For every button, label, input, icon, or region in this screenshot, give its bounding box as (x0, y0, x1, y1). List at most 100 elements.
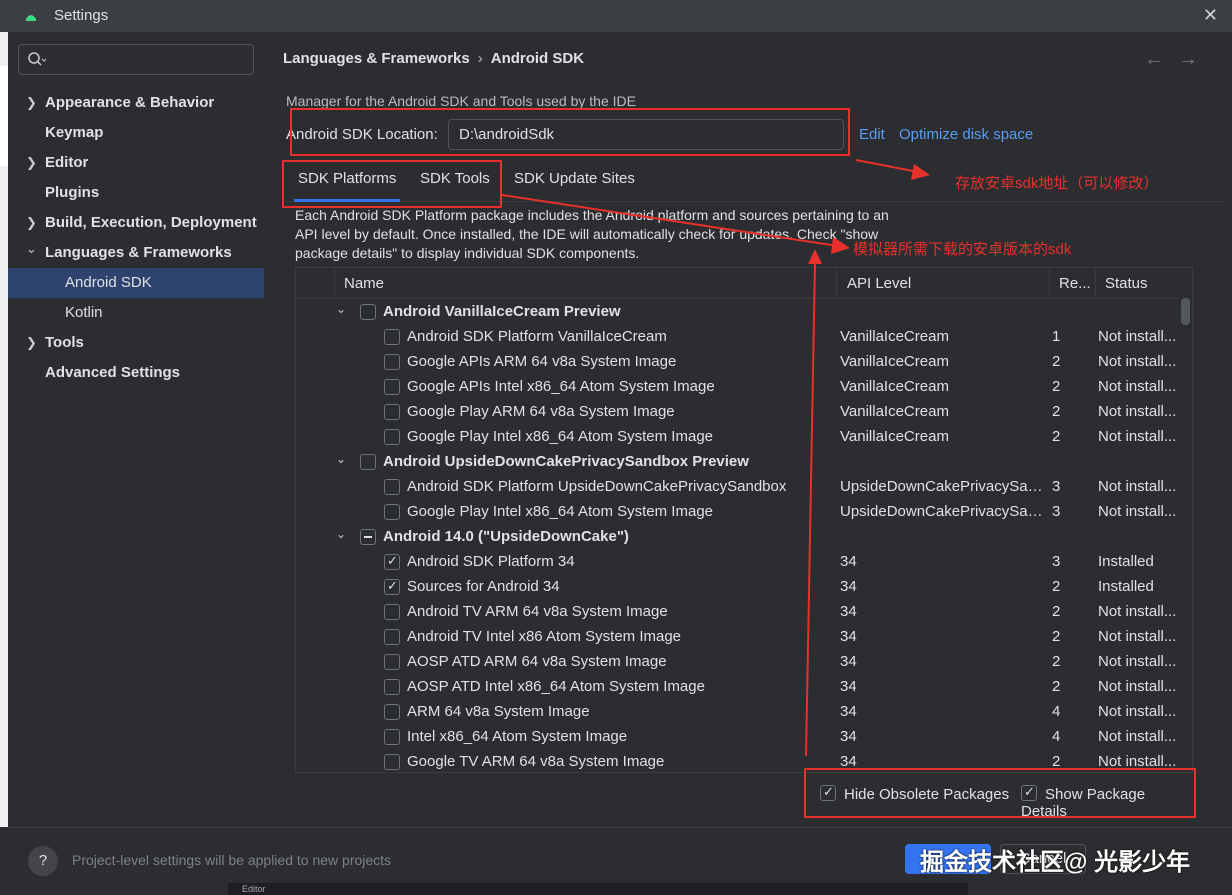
column-header-name[interactable]: Name (344, 275, 384, 292)
package-checkbox[interactable] (384, 578, 400, 595)
table-row[interactable]: ARM 64 v8a System Image 34 4 Not install... (296, 700, 1181, 725)
table-row[interactable]: Android TV Intel x86 Atom System Image 34… (296, 625, 1181, 650)
api-level: 34 (840, 603, 857, 620)
expand-chevron-icon[interactable]: ⌄ (336, 302, 346, 316)
package-name: Intel x86_64 Atom System Image (407, 728, 628, 745)
package-checkbox[interactable] (384, 654, 400, 670)
title-bar: Settings ✕ (0, 0, 1232, 32)
footer-note: Project-level settings will be applied t… (72, 852, 392, 868)
column-header-revision[interactable]: Re... (1059, 275, 1091, 292)
sidebar-item-advanced-settings[interactable]: Advanced Settings (8, 358, 264, 388)
background-window-strip: Editor (228, 883, 968, 895)
package-checkbox[interactable] (360, 529, 376, 545)
show-details-option[interactable]: Show Package Details (1021, 783, 1194, 820)
table-group-row[interactable]: ⌄ Android VanillaIceCream Preview (296, 300, 1181, 325)
breadcrumb-item[interactable]: Languages & Frameworks (283, 50, 470, 67)
show-details-label: Show Package Details (1021, 786, 1146, 820)
scrollbar-thumb[interactable] (1181, 298, 1190, 325)
table-row[interactable]: Google APIs ARM 64 v8a System Image Vanil… (296, 350, 1181, 375)
package-name: Android UpsideDownCakePrivacySandbox Pre… (383, 453, 749, 470)
package-name: Google Play Intel x86_64 Atom System Ima… (407, 428, 713, 445)
revision: 3 (1052, 478, 1061, 495)
sidebar-item-appearance-behavior[interactable]: ❯ Appearance & Behavior (8, 88, 264, 118)
hide-obsolete-checkbox[interactable] (820, 784, 836, 801)
package-checkbox[interactable] (384, 729, 400, 745)
package-name: Android TV ARM 64 v8a System Image (407, 603, 668, 620)
optimize-disk-space-link[interactable]: Optimize disk space (899, 126, 1033, 143)
search-icon (28, 52, 47, 66)
package-checkbox[interactable] (360, 454, 376, 470)
tab-sdk-update-sites[interactable]: SDK Update Sites (514, 170, 635, 187)
sidebar-item-editor[interactable]: ❯ Editor (8, 148, 264, 178)
table-row[interactable]: Sources for Android 34 34 2 Installed (296, 575, 1181, 600)
table-group-row[interactable]: ⌄ Android UpsideDownCakePrivacySandbox Pr… (296, 450, 1181, 475)
table-row[interactable]: Google Play Intel x86_64 Atom System Ima… (296, 500, 1181, 525)
help-button[interactable]: ? (28, 846, 58, 876)
table-row[interactable]: AOSP ATD ARM 64 v8a System Image 34 2 Not i… (296, 650, 1181, 675)
chevron-right-icon[interactable]: ❯ (26, 328, 37, 358)
expand-chevron-icon[interactable]: ⌄ (336, 527, 346, 541)
annotation-box-sdk-location (290, 108, 850, 156)
close-icon[interactable]: ✕ (1203, 5, 1218, 26)
table-row[interactable]: Google Play Intel x86_64 Atom System Ima… (296, 425, 1181, 450)
table-row[interactable]: Android SDK Platform VanillaIceCream Vani… (296, 325, 1181, 350)
show-details-checkbox[interactable] (1021, 784, 1037, 801)
package-name: Android TV Intel x86 Atom System Image (407, 628, 682, 645)
sidebar-item-label: Plugins (45, 184, 100, 201)
sidebar-item-kotlin[interactable]: Kotlin (8, 298, 264, 328)
api-level: 34 (840, 653, 857, 670)
package-checkbox[interactable] (384, 553, 400, 570)
column-header-status[interactable]: Status (1105, 275, 1148, 292)
sidebar-item-label: Keymap (45, 124, 104, 141)
package-name: Google Play ARM 64 v8a System Image (407, 403, 675, 420)
table-group-row[interactable]: ⌄ Android 14.0 ("UpsideDownCake") (296, 525, 1181, 550)
table-row[interactable]: Android TV ARM 64 v8a System Image 34 2 Not… (296, 600, 1181, 625)
package-checkbox[interactable] (384, 754, 400, 770)
package-checkbox[interactable] (384, 504, 400, 520)
chevron-right-icon[interactable]: ❯ (26, 88, 37, 118)
package-checkbox[interactable] (384, 604, 400, 620)
table-row[interactable]: Android SDK Platform UpsideDownCakePriva… (296, 475, 1181, 500)
package-checkbox[interactable] (384, 379, 400, 395)
status: Not install... (1098, 653, 1177, 670)
api-level: VanillaIceCream (840, 353, 949, 370)
revision: 2 (1052, 628, 1061, 645)
search-input[interactable] (18, 44, 254, 75)
sidebar-item-android-sdk[interactable]: Android SDK (8, 268, 264, 298)
package-checkbox[interactable] (384, 329, 400, 345)
edit-link[interactable]: Edit (859, 126, 885, 143)
sidebar-item-plugins[interactable]: Plugins (8, 178, 264, 208)
package-checkbox[interactable] (384, 479, 400, 495)
package-checkbox[interactable] (360, 304, 376, 320)
package-checkbox[interactable] (384, 354, 400, 370)
status: Not install... (1098, 678, 1177, 695)
sidebar-item-build-execution-deployment[interactable]: ❯ Build, Execution, Deployment (8, 208, 264, 238)
table-row[interactable]: Android SDK Platform 34 34 3 Installed (296, 550, 1181, 575)
api-level: VanillaIceCream (840, 328, 949, 345)
package-checkbox[interactable] (384, 629, 400, 645)
sidebar-item-keymap[interactable]: Keymap (8, 118, 264, 148)
package-checkbox[interactable] (384, 404, 400, 420)
package-checkbox[interactable] (384, 679, 400, 695)
column-header-api-level[interactable]: API Level (847, 275, 911, 292)
table-header: Name API Level Re... Status (296, 268, 1181, 299)
sdk-packages-table: Name API Level Re... Status ⌄ Android Van… (295, 267, 1193, 773)
sidebar-item-tools[interactable]: ❯ Tools (8, 328, 264, 358)
table-scrollbar[interactable] (1179, 268, 1192, 772)
table-row[interactable]: Google APIs Intel x86_64 Atom System Ima… (296, 375, 1181, 400)
table-row[interactable]: AOSP ATD Intel x86_64 Atom System Image 3… (296, 675, 1181, 700)
hide-obsolete-option[interactable]: Hide Obsolete Packages (820, 783, 1009, 803)
sidebar-item-languages-frameworks[interactable]: ⌄ Languages & Frameworks (8, 238, 264, 268)
status: Not install... (1098, 478, 1177, 495)
chevron-right-icon[interactable]: ❯ (26, 148, 37, 178)
package-name: Google APIs Intel x86_64 Atom System Ima… (407, 378, 715, 395)
expand-chevron-icon[interactable]: ⌄ (336, 452, 346, 466)
chevron-down-icon[interactable]: ⌄ (26, 234, 37, 264)
breadcrumb: Languages & Frameworks › Android SDK (283, 50, 584, 67)
package-checkbox[interactable] (384, 429, 400, 445)
back-forward-arrows-icon[interactable]: ←→ (1144, 48, 1212, 71)
package-checkbox[interactable] (384, 704, 400, 720)
table-row[interactable]: Intel x86_64 Atom System Image 34 4 Not ins… (296, 725, 1181, 750)
api-level: 34 (840, 578, 857, 595)
table-row[interactable]: Google Play ARM 64 v8a System Image Vanil… (296, 400, 1181, 425)
